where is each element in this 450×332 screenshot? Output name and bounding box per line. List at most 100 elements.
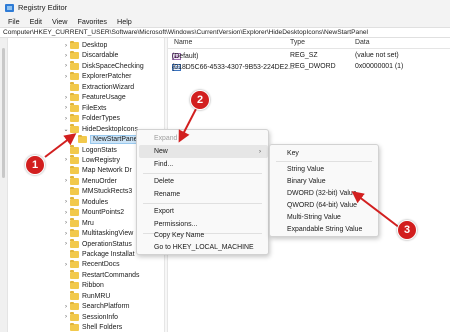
folder-icon [70,155,79,164]
chevron-down-icon[interactable]: ⌄ [62,126,70,133]
tree-item-label: SessionInfo [82,313,119,321]
menu-bar: File Edit View Favorites Help [0,15,450,27]
tree-item-label: RestartCommands [82,271,140,279]
tree-item[interactable]: NewStartPanel [78,134,142,145]
tree-item[interactable]: › MountPoints2 [62,207,124,218]
folder-icon [70,249,79,258]
chevron-right-icon[interactable]: › [62,231,70,237]
tree-item[interactable]: RestartCommands [62,270,139,281]
tree-item-label: Desktop [82,42,108,49]
column-name-header[interactable]: Name [174,39,192,46]
tree-item[interactable]: Shell Folders [62,322,122,332]
menu-rename[interactable]: Rename [137,188,268,201]
chevron-right-icon[interactable]: › [62,74,70,80]
tree-item[interactable]: › OperationStatus [62,239,132,250]
tree-item-label: FeatureUsage [82,94,126,102]
annotation-badge-1: 1 [25,155,45,175]
menu-file[interactable]: File [3,17,25,26]
chevron-right-icon[interactable]: › [62,241,70,247]
menu-expand[interactable]: Expand [137,132,268,145]
tree-item[interactable]: LogonStats [62,145,117,156]
tree-item[interactable]: › RecentDocs [62,259,120,270]
tree-item[interactable]: Ribbon [62,280,104,291]
tree-item[interactable]: Package Installat [62,249,134,260]
tree-item[interactable]: ⌄ HideDesktopIcons [62,124,138,135]
menu-find[interactable]: Find... [137,158,268,171]
folder-icon [70,71,79,81]
column-type-header[interactable]: Type [290,39,305,46]
tree-item[interactable]: ExtractionWizard [62,82,134,93]
tree-item[interactable]: › LowRegistry [62,155,120,166]
menu-delete[interactable]: Delete [137,175,268,188]
chevron-right-icon[interactable]: › [62,53,70,59]
folder-icon [70,92,79,102]
tree-scrollbar[interactable] [0,38,8,332]
menu-favorites[interactable]: Favorites [72,17,112,26]
tree-item[interactable]: › DiskSpaceChecking [62,61,144,72]
tree-item[interactable]: › FileExts [62,103,107,114]
chevron-right-icon[interactable]: › [62,105,70,111]
chevron-right-icon[interactable]: › [62,116,70,122]
values-header: Name Type Data [168,38,450,49]
chevron-right-icon[interactable]: › [62,178,70,184]
chevron-right-icon[interactable]: › [62,262,70,268]
chevron-right-icon[interactable]: › [62,63,70,69]
folder-icon [70,312,79,321]
address-bar[interactable]: Computer\HKEY_CURRENT_USER\Software\Micr… [0,27,450,38]
chevron-right-icon[interactable]: › [62,157,70,163]
tree-item-label: FileExts [82,104,107,112]
folder-icon [70,239,79,248]
tree-item[interactable]: › Mru [62,218,94,229]
chevron-right-icon[interactable]: › [62,43,70,49]
tree-item-label: Map Network Dr [82,167,132,175]
submenu-expandable-string-value[interactable]: Expandable String Value [270,223,378,236]
tree-item-label: ExplorerPatcher [82,73,132,81]
folder-icon [70,322,79,332]
tree-item[interactable]: › SearchPlatform [62,301,130,312]
tree-item[interactable]: › FolderTypes [62,113,120,124]
menu-goto-hklm[interactable]: Go to HKEY_LOCAL_MACHINE [137,241,268,254]
tree-item[interactable]: › Desktop [62,40,107,51]
title-bar: Registry Editor [0,0,450,15]
tree-item[interactable]: Map Network Dr [62,165,132,176]
tree-item[interactable]: › ExplorerPatcher [62,71,131,82]
chevron-right-icon[interactable]: › [62,210,70,216]
menu-view[interactable]: View [47,17,72,26]
menu-edit[interactable]: Edit [25,17,47,26]
value-name: {018D5C66-4533-4307-9B53-224DE2... [172,64,294,71]
tree-item-label: Mru [82,219,94,227]
menu-divider [143,203,262,204]
tree-item-label: MultitaskingView [82,230,134,238]
tree-item[interactable]: › Discardable [62,50,118,61]
tree-item-label: Package Installat [82,251,135,258]
value-row[interactable]: 011 {018D5C66-4533-4307-9B53-224DE2... RE… [168,62,450,73]
folder-icon [70,165,79,175]
tree-item[interactable]: › MultitaskingView [62,228,133,239]
address-path: Computer\HKEY_CURRENT_USER\Software\Micr… [3,29,368,36]
value-data: 0x00000001 (1) [355,63,404,70]
tree-item-label: RecentDocs [82,261,120,269]
chevron-right-icon[interactable]: › [62,220,70,226]
tree-item-label: Shell Folders [82,324,123,332]
folder-icon [70,113,79,123]
tree-item[interactable]: RunMRU [62,291,110,302]
menu-new[interactable]: New › [139,145,268,158]
folder-icon [70,124,79,133]
menu-export[interactable]: Export [137,205,268,218]
chevron-right-icon[interactable]: › [62,199,70,205]
folder-icon [70,270,79,279]
menu-help[interactable]: Help [112,17,137,26]
chevron-right-icon[interactable]: › [62,304,70,310]
folder-icon [70,207,79,217]
tree-item[interactable]: › Modules [62,197,108,208]
chevron-right-icon[interactable]: › [62,314,70,320]
chevron-right-icon[interactable]: › [62,95,70,101]
column-data-header[interactable]: Data [355,39,370,46]
folder-icon [70,228,79,238]
tree-item[interactable]: › SessionInfo [62,312,118,323]
tree-item[interactable]: › MenuOrder [62,176,117,187]
tree-item[interactable]: MMStuckRects3 [62,186,132,197]
submenu-key[interactable]: Key [270,147,378,160]
tree-item[interactable]: › FeatureUsage [62,92,126,103]
value-row[interactable]: ab (Default) REG_SZ (value not set) [168,51,450,62]
